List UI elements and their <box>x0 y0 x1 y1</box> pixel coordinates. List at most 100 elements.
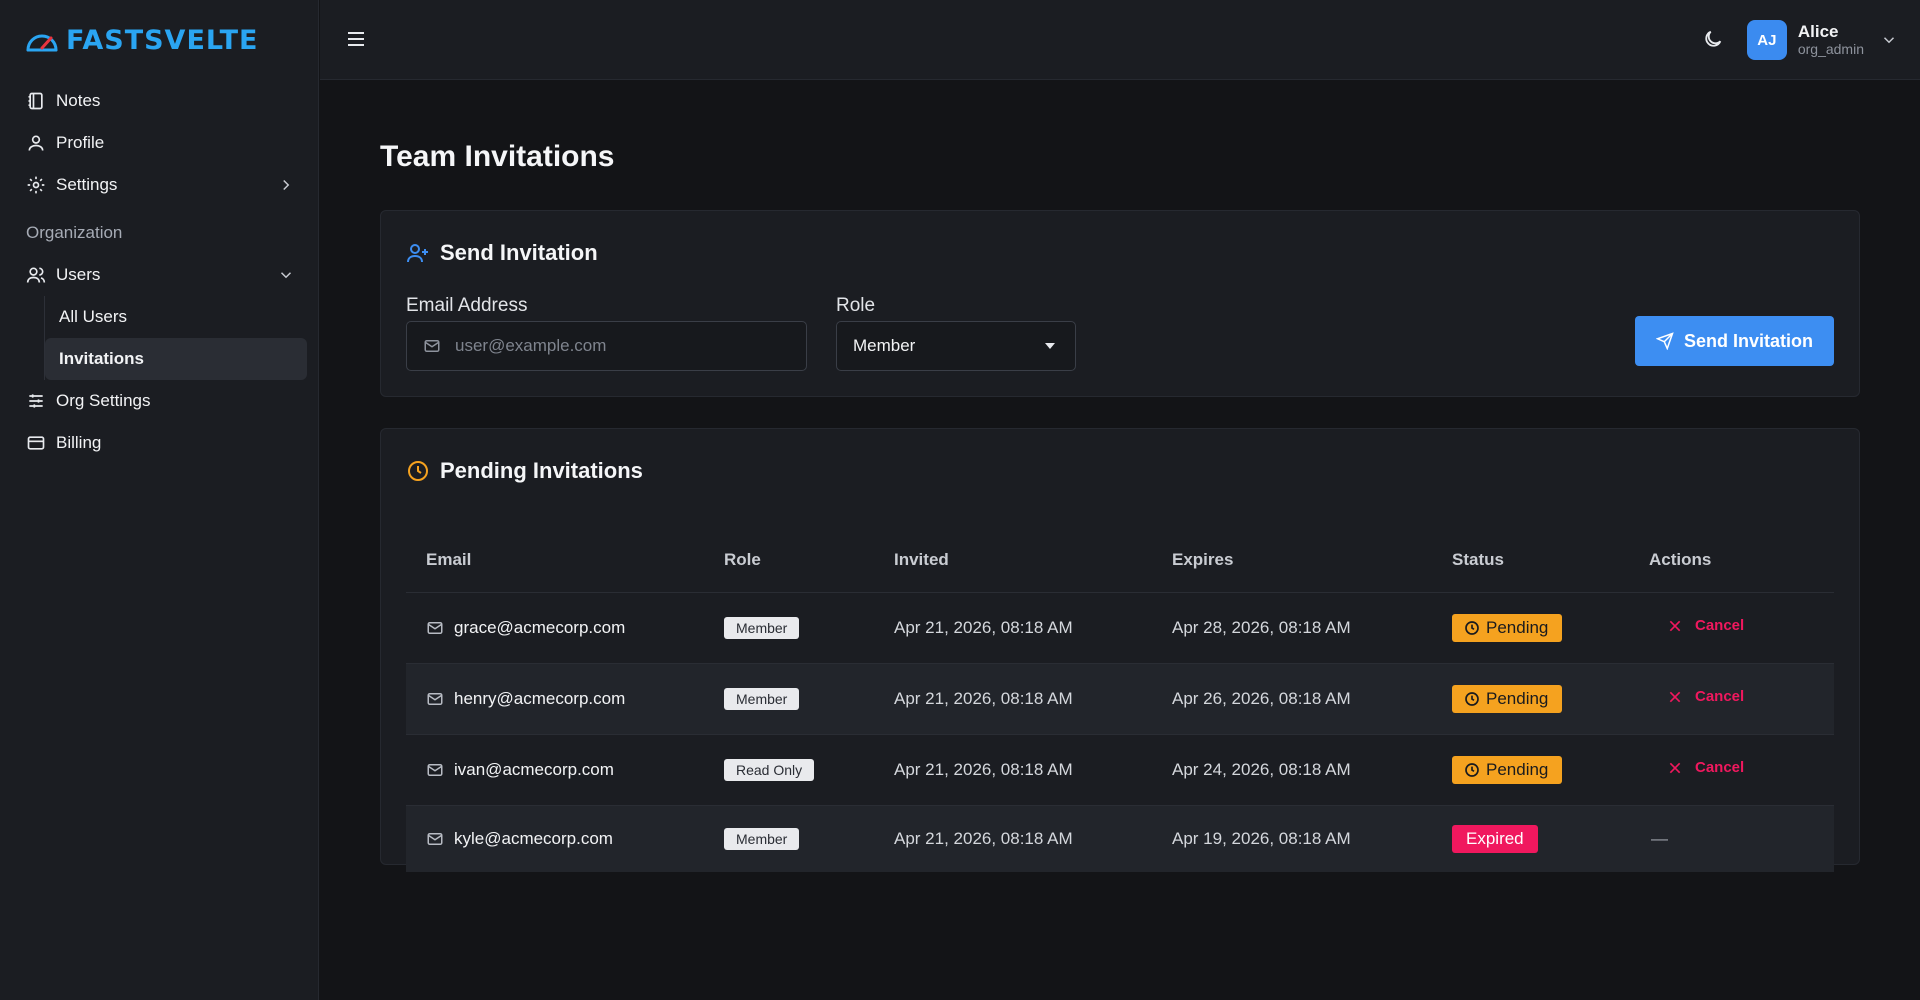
user-meta: Alice org_admin <box>1797 21 1864 57</box>
role-cell: Member <box>724 828 894 850</box>
sidebar-item-org-settings[interactable]: Org Settings <box>14 380 307 422</box>
column-header-actions: Actions <box>1649 549 1712 569</box>
close-icon <box>1667 689 1683 705</box>
column-header-status: Status <box>1452 549 1504 569</box>
email-cell: kyle@acmecorp.com <box>406 829 724 849</box>
sidebar-item-settings[interactable]: Settings <box>14 164 307 206</box>
clock-icon <box>1464 691 1480 707</box>
user-plus-icon <box>406 241 430 265</box>
moon-icon[interactable] <box>1702 28 1724 50</box>
role-cell: Read Only <box>724 759 894 781</box>
mail-icon <box>423 337 441 355</box>
role-label: Role <box>836 295 876 316</box>
status-badge: Pending <box>1452 756 1563 784</box>
email-label: Email Address <box>406 295 528 316</box>
sliders-icon <box>26 391 46 411</box>
sidebar-item-profile[interactable]: Profile <box>14 122 307 164</box>
user-menu[interactable]: AJ Alice org_admin <box>1746 19 1898 61</box>
email-cell: grace@acmecorp.com <box>406 618 724 638</box>
mail-icon <box>426 761 444 779</box>
role-select[interactable]: Member <box>836 321 1076 371</box>
role-badge: Member <box>724 828 800 850</box>
mail-icon <box>426 830 444 848</box>
sidebar-item-label: Profile <box>56 133 105 152</box>
users-icon <box>26 265 46 285</box>
gear-icon <box>26 175 46 195</box>
user-name: Alice <box>1797 21 1839 41</box>
send-invitation-card: Send Invitation Email Address user@examp… <box>380 210 1860 397</box>
email-text: kyle@acmecorp.com <box>454 829 613 848</box>
card-header: Pending Invitations <box>406 458 643 484</box>
avatar: AJ <box>1746 20 1787 60</box>
status-badge: Pending <box>1452 614 1563 642</box>
send-invitation-label: Send Invitation <box>1683 330 1813 351</box>
expires-cell: Apr 26, 2026, 08:18 AM <box>1172 689 1351 708</box>
logo[interactable]: FASTSVELTE <box>24 24 259 56</box>
expires-cell: Apr 28, 2026, 08:18 AM <box>1172 618 1351 637</box>
caret-down-icon <box>1045 343 1055 349</box>
table-row: grace@acmecorp.com Member Apr 21, 2026, … <box>406 593 1834 664</box>
send-icon <box>1655 332 1674 350</box>
actions-cell: — <box>1649 829 1834 849</box>
status-text: Pending <box>1486 760 1549 779</box>
sidebar-item-label: Settings <box>56 175 118 194</box>
chevron-down-icon <box>277 266 295 284</box>
speedometer-logo-icon <box>24 26 60 54</box>
invited-cell: Apr 21, 2026, 08:18 AM <box>894 618 1073 637</box>
status-cell: Pending <box>1452 614 1649 642</box>
table-header: Email Role Invited Expires Status Action… <box>406 527 1834 593</box>
table-row: ivan@acmecorp.com Read Only Apr 21, 2026… <box>406 735 1834 806</box>
users-subnav: All Users Invitations <box>44 296 307 380</box>
cancel-invitation-button[interactable]: Cancel <box>1667 759 1744 776</box>
actions-cell: Cancel <box>1649 759 1834 781</box>
sidebar-item-label: Org Settings <box>56 391 151 410</box>
cancel-label: Cancel <box>1695 759 1745 777</box>
email-field[interactable]: user@example.com <box>406 321 807 371</box>
send-invitation-button[interactable]: Send Invitation <box>1635 316 1834 366</box>
card-title: Send Invitation <box>440 240 598 265</box>
sidebar-item-invitations[interactable]: Invitations <box>45 338 307 380</box>
logo-text: FASTSVELTE <box>66 24 259 56</box>
expires-cell: Apr 19, 2026, 08:18 AM <box>1172 829 1351 848</box>
role-badge: Member <box>724 688 800 710</box>
email-placeholder: user@example.com <box>455 336 607 355</box>
actions-cell: Cancel <box>1649 688 1834 710</box>
sidebar-nav: Notes Profile Settings Organization User… <box>14 80 307 464</box>
user-icon <box>26 133 46 153</box>
status-text: Pending <box>1486 689 1549 708</box>
notebook-icon <box>26 91 46 111</box>
close-icon <box>1667 760 1683 776</box>
status-cell: Pending <box>1452 685 1649 713</box>
cancel-invitation-button[interactable]: Cancel <box>1667 688 1744 705</box>
sidebar-item-billing[interactable]: Billing <box>14 422 307 464</box>
close-icon <box>1667 618 1683 634</box>
menu-icon[interactable] <box>344 27 368 51</box>
status-badge: Expired <box>1452 825 1538 853</box>
status-cell: Pending <box>1452 756 1649 784</box>
actions-cell: Cancel <box>1649 617 1834 639</box>
page-title: Team Invitations <box>380 140 615 173</box>
sidebar-item-notes[interactable]: Notes <box>14 80 307 122</box>
clock-icon <box>406 459 430 483</box>
email-text: ivan@acmecorp.com <box>454 760 614 779</box>
sidebar-item-label: Billing <box>56 433 102 452</box>
card-title: Pending Invitations <box>440 458 643 483</box>
sidebar: FASTSVELTE Notes Profile Settings Organi… <box>0 0 319 1000</box>
no-action: — <box>1651 829 1668 848</box>
clock-icon <box>1464 762 1480 778</box>
section-label-organization: Organization <box>26 223 123 242</box>
sidebar-item-users[interactable]: Users <box>14 254 307 296</box>
status-cell: Expired <box>1452 825 1649 853</box>
topbar: AJ Alice org_admin <box>320 0 1920 80</box>
pending-invitations-card: Pending Invitations Email Role Invited E… <box>380 428 1860 872</box>
cancel-label: Cancel <box>1695 688 1745 706</box>
email-cell: henry@acmecorp.com <box>406 689 724 709</box>
invited-cell: Apr 21, 2026, 08:18 AM <box>894 760 1073 779</box>
role-cell: Member <box>724 688 894 710</box>
expires-cell: Apr 24, 2026, 08:18 AM <box>1172 760 1351 779</box>
sidebar-item-label: Notes <box>56 91 101 110</box>
cancel-invitation-button[interactable]: Cancel <box>1667 617 1744 634</box>
sidebar-item-all-users[interactable]: All Users <box>45 296 307 338</box>
column-header-invited: Invited <box>894 549 949 569</box>
chevron-down-icon <box>1880 31 1898 49</box>
